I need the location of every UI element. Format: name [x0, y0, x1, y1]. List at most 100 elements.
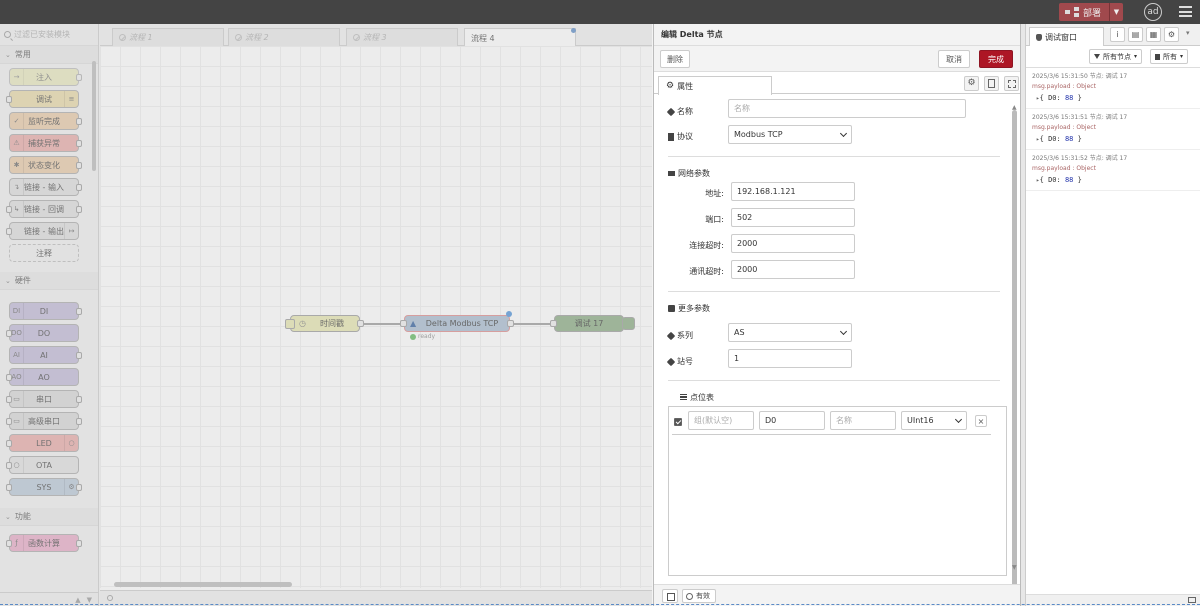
series-select[interactable]: AS [728, 323, 852, 342]
wire-delta-debug[interactable] [510, 323, 554, 325]
deploy-button[interactable]: 部署 ▼ [1059, 3, 1123, 21]
point-name-input[interactable]: 名称 [830, 411, 896, 430]
output-port [76, 308, 82, 315]
remove-point-button[interactable]: × [975, 415, 987, 427]
tab-debug[interactable]: 调试窗口 [1029, 27, 1104, 46]
palette-node-sys[interactable]: SYS ⚙ [6, 478, 82, 496]
cancel-button[interactable]: 取消 [938, 50, 970, 68]
tab-flow-3[interactable]: 流程 3 [346, 28, 458, 46]
palette-node-di[interactable]: DI DI [9, 302, 82, 320]
search-icon[interactable] [107, 595, 113, 601]
help-tab-button[interactable]: ▤ [1128, 27, 1143, 42]
protocol-select[interactable]: Modbus TCP [728, 125, 852, 144]
palette-node-serial[interactable]: ▭ 串口 [6, 390, 82, 408]
palette-node-complete[interactable]: ✓ 监听完成 [9, 112, 82, 130]
palette-category-hardware[interactable]: ⌄ 硬件 [0, 272, 98, 290]
appearance-tab-button[interactable] [1004, 76, 1019, 91]
palette-scrollbar[interactable] [92, 61, 96, 171]
clear-messages-button[interactable]: 所有 ▾ [1150, 49, 1189, 64]
point-group-input[interactable]: 组(默认空) [688, 411, 754, 430]
scroll-down-icon[interactable]: ▼ [1012, 564, 1017, 571]
comm-timeout-input[interactable]: 2000 [731, 260, 855, 279]
palette-node-ota[interactable]: ○ OTA [6, 456, 79, 474]
book-icon[interactable] [662, 589, 678, 603]
done-button[interactable]: 完成 [979, 50, 1013, 68]
config-tab-button[interactable]: ⚙ [1164, 27, 1179, 42]
series-label: 系列 [666, 326, 693, 345]
canvas-horizontal-scrollbar[interactable] [114, 582, 292, 587]
tab-flow-4[interactable]: 流程 4 [464, 28, 576, 47]
tab-flow-1[interactable]: 流程 1 [112, 28, 224, 46]
message-payload[interactable]: ▸{ D0: 88 } [1032, 176, 1194, 184]
flow-node-debug[interactable]: 调试 17 [550, 315, 635, 332]
palette-node-led[interactable]: LED ○ [6, 434, 79, 452]
debug-message[interactable]: 2025/3/6 15:31:52 节点: 调试 17 msg.payload … [1026, 150, 1200, 191]
point-address-input[interactable]: D0 [759, 411, 825, 430]
input-port[interactable] [400, 320, 407, 327]
palette-node-do[interactable]: DO DO [6, 324, 79, 342]
node-enabled-toggle[interactable]: 有效 [682, 589, 716, 603]
palette-node-inject[interactable]: → 注入 [9, 68, 82, 86]
category-label: 功能 [14, 512, 31, 521]
settings-tab-button[interactable]: ⚙ [964, 76, 979, 91]
palette-node-status[interactable]: ✱ 状态变化 [9, 156, 82, 174]
port-input[interactable]: 502 [731, 208, 855, 227]
connect-timeout-input[interactable]: 2000 [731, 234, 855, 253]
palette-node-debug[interactable]: 调试 ≡ [6, 90, 79, 108]
tab-flow-2[interactable]: 流程 2 [228, 28, 340, 46]
info-tab-button[interactable]: i [1110, 27, 1125, 42]
message-payload[interactable]: ▸{ D0: 88 } [1032, 94, 1194, 102]
point-type-select[interactable]: UInt16 [901, 411, 967, 430]
deploy-dropdown-caret-icon[interactable]: ▼ [1109, 3, 1123, 21]
name-input[interactable]: 名称 [728, 99, 966, 118]
filter-nodes-button[interactable]: 所有节点 ▾ [1089, 49, 1143, 64]
tab-label: 流程 4 [471, 33, 495, 43]
palette-category-function[interactable]: ⌄ 功能 [0, 508, 98, 526]
description-tab-button[interactable] [984, 76, 999, 91]
message-payload[interactable]: ▸{ D0: 88 } [1032, 135, 1194, 143]
collapse-up-icon[interactable]: ▲ [75, 596, 80, 604]
message-meta: 2025/3/6 15:31:50 节点: 调试 17 [1032, 73, 1128, 80]
output-port[interactable] [357, 320, 364, 327]
debug-toggle-button[interactable] [622, 317, 635, 330]
tray-scrollbar[interactable] [1012, 110, 1017, 590]
output-port [76, 118, 82, 125]
palette-node-ai[interactable]: AI AI [9, 346, 82, 364]
expand-down-icon[interactable]: ▼ [87, 596, 92, 604]
palette-node-ao[interactable]: AO AO [6, 368, 79, 386]
palette-node-comment[interactable]: 注释 [9, 244, 79, 262]
palette-node-advanced-serial[interactable]: ▭ 高级串口 [6, 412, 82, 430]
node-label: 状态变化 [28, 160, 60, 170]
section-text: 点位表 [690, 392, 714, 402]
payload-key: D0 [1048, 94, 1057, 102]
palette-node-function[interactable]: ƒ 函数计算 [6, 534, 82, 552]
input-port[interactable] [550, 320, 557, 327]
main-menu-icon[interactable] [1179, 6, 1192, 17]
wire-inject-delta[interactable] [358, 323, 404, 325]
user-avatar[interactable]: ad [1144, 3, 1162, 21]
point-enabled-checkbox[interactable] [674, 418, 682, 426]
category-label: 常用 [14, 50, 31, 59]
palette-category-common[interactable]: ⌄ 常用 [0, 46, 98, 64]
palette-node-catch[interactable]: ⚠ 捕获异常 [9, 134, 82, 152]
palette-node-link-out[interactable]: 链接 - 输出 ↦ [6, 222, 79, 240]
output-port[interactable] [507, 320, 514, 327]
flow-node-inject[interactable]: ◷ 时间戳 [285, 315, 364, 332]
debug-message[interactable]: 2025/3/6 15:31:50 节点: 调试 17 msg.payload … [1026, 68, 1200, 109]
monitor-icon[interactable] [1188, 597, 1196, 603]
changed-indicator [506, 311, 512, 317]
delete-button[interactable]: 删除 [660, 50, 690, 68]
address-input[interactable]: 192.168.1.121 [731, 182, 855, 201]
station-input[interactable]: 1 [728, 349, 852, 368]
palette-node-link-call[interactable]: ↳ 链接 - 回调 [6, 200, 82, 218]
context-tab-button[interactable]: ▦ [1146, 27, 1161, 42]
file-icon [668, 132, 674, 141]
scroll-up-icon[interactable]: ▲ [1012, 104, 1017, 111]
flow-node-delta-modbus[interactable]: ▲ Delta Modbus TCP [400, 311, 514, 332]
palette-node-link-in[interactable]: ↴ 链接 - 输入 [9, 178, 82, 196]
chevron-down-icon[interactable]: ▾ [1186, 29, 1190, 37]
palette-search[interactable]: 过滤已安装模块 [0, 24, 98, 46]
inject-trigger-button[interactable] [285, 319, 295, 329]
tab-properties[interactable]: ⚙ 属性 [658, 76, 772, 95]
debug-message[interactable]: 2025/3/6 15:31:51 节点: 调试 17 msg.payload … [1026, 109, 1200, 150]
